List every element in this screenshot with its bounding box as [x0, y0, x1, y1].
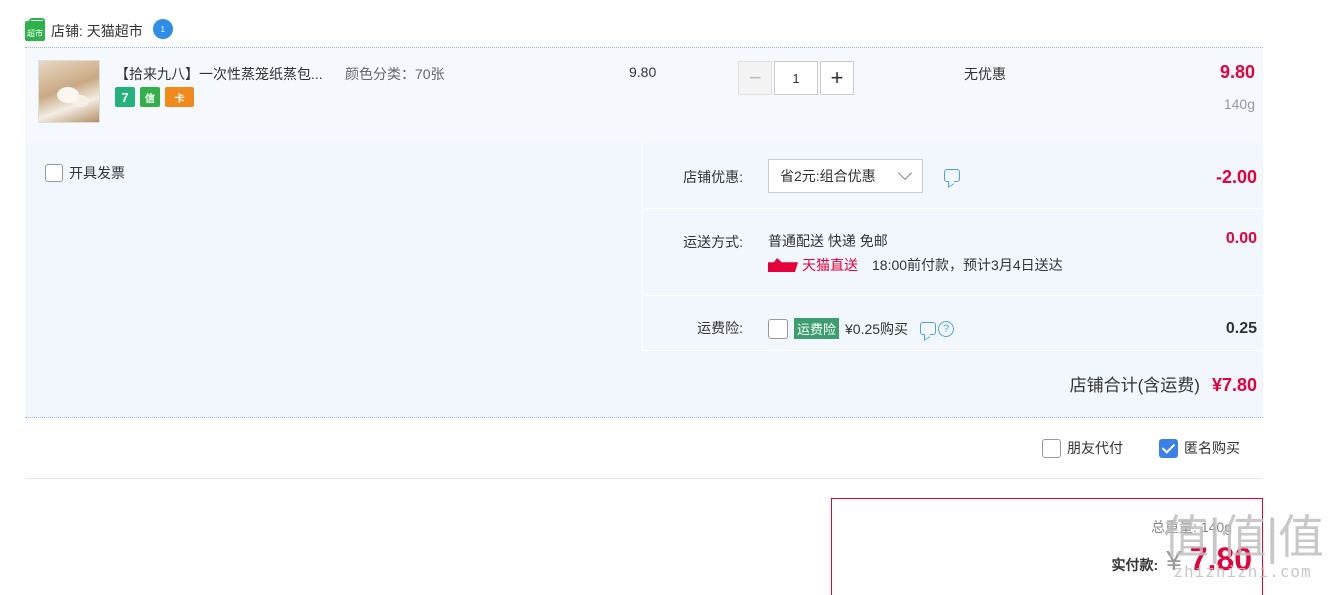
- quantity-input[interactable]: 1: [774, 61, 818, 95]
- order-item-row: 【拾来九八】一次性蒸笼纸蒸包... 颜色分类：70张 7 信 卡 9.80 − …: [25, 47, 1263, 143]
- total-weight: 总重量: 140g: [1151, 519, 1232, 535]
- product-title-link[interactable]: 【拾来九八】一次性蒸笼纸蒸包...: [115, 64, 323, 84]
- currency-symbol: ¥: [1166, 545, 1182, 576]
- shipping-insurance-price: ¥0.25购买: [845, 320, 909, 337]
- order-summary-box: 总重量: 140g 实付款: ¥ 7.80: [831, 498, 1263, 595]
- item-discount: 无优惠: [964, 66, 1006, 82]
- friend-pay-option[interactable]: 朋友代付: [1042, 438, 1123, 458]
- shipping-insurance-row: 运费险: 运费险 ¥0.25购买 ? 0.25: [644, 296, 1263, 351]
- order-options-panel: 开具发票 店铺优惠: 省2元:组合优惠 -2.00 运送方式: 普通配送 快递 …: [25, 143, 1263, 418]
- delivery-estimate: 18:00前付款，预计3月4日送达: [872, 257, 1063, 273]
- item-subtotal: 9.80: [1219, 62, 1255, 82]
- product-sku: 颜色分类：70张: [345, 66, 445, 82]
- wangwang-chat-icon[interactable]: 1: [152, 19, 173, 39]
- credit-card-icon[interactable]: 卡: [165, 87, 194, 107]
- shipping-insurance-tag: 运费险: [794, 318, 840, 339]
- unit-price: 9.80: [629, 64, 657, 80]
- shop-coupon-label: 店铺优惠:: [683, 169, 743, 185]
- message-icon[interactable]: [920, 322, 937, 335]
- guarantee-icon[interactable]: 信: [140, 87, 160, 107]
- payment-options: 朋友代付 匿名购买: [1042, 438, 1240, 458]
- friend-pay-label: 朋友代付: [1067, 440, 1123, 456]
- invoice-option[interactable]: 开具发票: [45, 163, 125, 183]
- invoice-section: 开具发票: [25, 143, 643, 351]
- shipping-insurance-checkbox[interactable]: [768, 318, 788, 339]
- shop-coupon-row: 店铺优惠: 省2元:组合优惠 -2.00: [644, 143, 1263, 209]
- shop-total-amount: ¥7.80: [1211, 375, 1257, 395]
- anonymous-purchase-label: 匿名购买: [1184, 440, 1240, 456]
- actual-payment: 实付款: ¥ 7.80: [1111, 541, 1252, 578]
- supermarket-logo-icon: 超市: [25, 18, 45, 41]
- shop-header: 超市 店铺: 天猫超市 1: [25, 18, 173, 44]
- message-icon[interactable]: [944, 169, 960, 182]
- shipping-insurance-amount: 0.25: [1225, 320, 1257, 337]
- shipping-row: 运送方式: 普通配送 快递 免邮 天猫直送 18:00前付款，预计3月4日送达 …: [644, 209, 1263, 296]
- shop-coupon-selected: 省2元:组合优惠: [780, 168, 876, 184]
- insurance-icons: ?: [920, 320, 955, 337]
- shop-total: 店铺合计(含运费) ¥7.80: [1070, 371, 1257, 396]
- shop-total-label: 店铺合计(含运费): [1069, 376, 1200, 395]
- product-thumbnail[interactable]: [38, 60, 100, 123]
- tmall-direct-label: 天猫直送: [802, 257, 858, 273]
- friend-pay-checkbox[interactable]: [1042, 438, 1061, 458]
- invoice-checkbox[interactable]: [45, 164, 63, 182]
- item-weight: 140g: [1223, 96, 1255, 112]
- shipping-insurance-option: 运费险 ¥0.25购买 ?: [768, 318, 955, 339]
- tmall-direct-badge: 天猫直送: [768, 255, 858, 275]
- shipping-insurance-label: 运费险:: [697, 320, 743, 336]
- anonymous-purchase-checkbox[interactable]: [1159, 438, 1178, 458]
- shop-coupon-amount: -2.00: [1215, 167, 1257, 187]
- shipping-label: 运送方式:: [683, 234, 743, 250]
- help-icon[interactable]: ?: [938, 320, 955, 337]
- invoice-label: 开具发票: [69, 165, 125, 181]
- shipping-amount: 0.00: [1225, 230, 1257, 247]
- tmall-cat-icon: [768, 258, 798, 272]
- quantity-increase-button[interactable]: +: [820, 61, 854, 95]
- actual-payment-amount: 7.80: [1189, 541, 1252, 577]
- actual-payment-label: 实付款:: [1111, 557, 1159, 573]
- shop-coupon-select[interactable]: 省2元:组合优惠: [768, 159, 923, 193]
- chevron-down-icon: [897, 165, 913, 181]
- quantity-decrease-button[interactable]: −: [738, 61, 772, 95]
- quantity-stepper: − 1 +: [738, 61, 854, 95]
- shop-name-link[interactable]: 店铺: 天猫超市: [51, 21, 143, 41]
- divider: [25, 478, 1263, 479]
- service-tags: 7 信 卡: [115, 87, 194, 107]
- anonymous-purchase-option[interactable]: 匿名购买: [1159, 438, 1240, 458]
- seven-day-return-icon[interactable]: 7: [115, 87, 135, 107]
- shipping-method: 普通配送 快递 免邮: [768, 233, 888, 249]
